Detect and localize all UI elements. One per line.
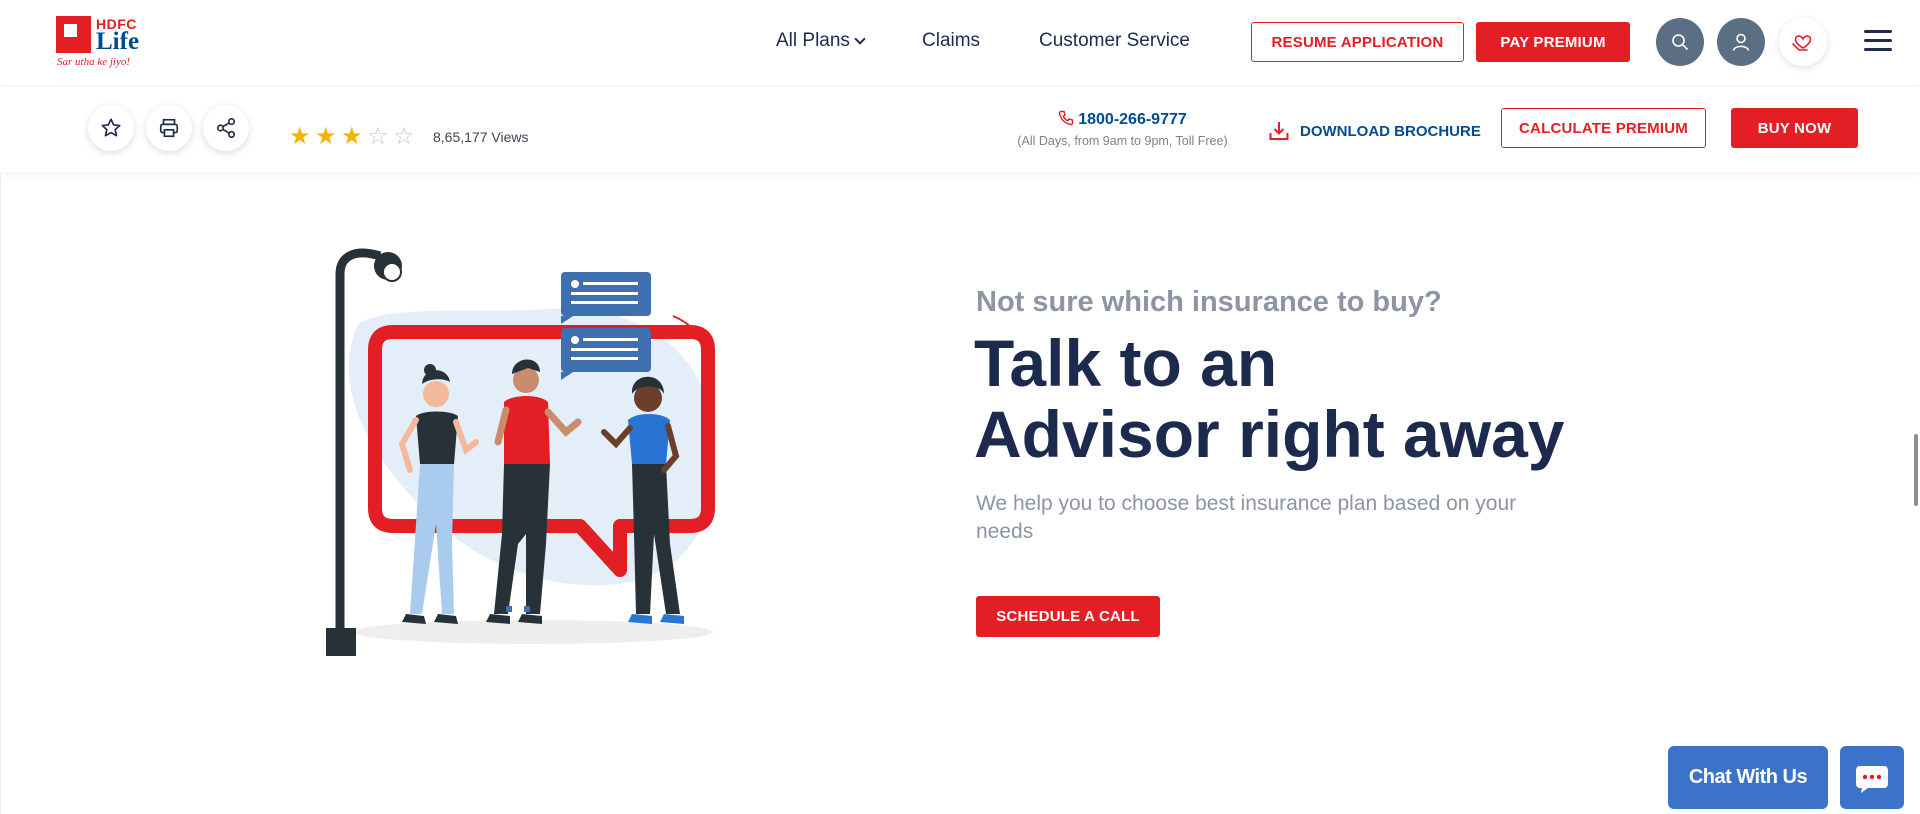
heart-hand-icon	[1792, 35, 1812, 51]
nav-all-plans[interactable]: All Plans	[776, 30, 866, 52]
share-button[interactable]	[203, 105, 249, 151]
hero-subheading: Not sure which insurance to buy?	[976, 286, 1442, 318]
hero-heading: Talk to an Advisor right away	[974, 328, 1594, 470]
download-brochure-label: DOWNLOAD BROCHURE	[1300, 122, 1481, 140]
star-rating: ★ ★ ★ ☆ ☆ 8,65,177 Views	[289, 125, 528, 149]
user-account-button[interactable]	[1717, 18, 1765, 66]
nav-all-plans-label: All Plans	[776, 30, 850, 51]
top-header: HDFC Life Sar utha ke jiyo! All Plans Cl…	[0, 0, 1920, 86]
hdfc-life-logo[interactable]: HDFC Life Sar utha ke jiyo!	[56, 16, 152, 74]
print-button[interactable]	[146, 105, 192, 151]
logo-mark	[56, 16, 91, 53]
user-icon	[1732, 33, 1750, 51]
rating-star-empty[interactable]: ☆	[367, 125, 393, 149]
content-border	[0, 172, 1, 814]
phone-number: 1800-266-9777	[1078, 111, 1187, 128]
hero-heading-line2: Advisor right away	[974, 397, 1565, 471]
support-button[interactable]	[1779, 18, 1827, 66]
print-icon	[159, 118, 179, 138]
hero-heading-line1: Talk to an	[974, 326, 1278, 400]
star-icon	[101, 118, 121, 137]
download-brochure-link[interactable]: DOWNLOAD BROCHURE	[1268, 120, 1481, 142]
rating-star-filled[interactable]: ★	[289, 125, 315, 149]
page: HDFC Life Sar utha ke jiyo! All Plans Cl…	[0, 0, 1920, 814]
search-icon	[1672, 34, 1688, 50]
rating-star-empty[interactable]: ☆	[393, 125, 419, 149]
download-icon	[1269, 122, 1289, 140]
calculate-premium-button[interactable]: CALCULATE PREMIUM	[1501, 108, 1706, 148]
rating-star-filled[interactable]: ★	[315, 125, 341, 149]
product-action-bar: ★ ★ ★ ☆ ☆ 8,65,177 Views 1800-266-9777 (…	[0, 86, 1920, 172]
share-icon	[216, 118, 236, 138]
bookmark-button[interactable]	[88, 105, 134, 151]
nav-claims[interactable]: Claims	[922, 30, 980, 52]
toll-free-contact[interactable]: 1800-266-9777 (All Days, from 9am to 9pm…	[1000, 110, 1245, 148]
chevron-down-icon	[854, 33, 866, 45]
scrollbar-thumb[interactable]	[1914, 434, 1918, 506]
rating-star-filled[interactable]: ★	[341, 125, 367, 149]
buy-now-button[interactable]: BUY NOW	[1731, 108, 1858, 148]
logo-text-life: Life	[96, 28, 140, 55]
pay-premium-button[interactable]: PAY PREMIUM	[1476, 22, 1630, 62]
chat-with-us-button[interactable]: Chat With Us	[1668, 746, 1828, 809]
nav-customer-service[interactable]: Customer Service	[1039, 30, 1190, 52]
phone-hours-note: (All Days, from 9am to 9pm, Toll Free)	[1017, 134, 1228, 148]
resume-application-button[interactable]: RESUME APPLICATION	[1251, 22, 1464, 62]
logo-tagline: Sar utha ke jiyo!	[57, 56, 131, 68]
chat-bubble-icon	[1856, 765, 1888, 793]
chat-launcher-button[interactable]	[1840, 746, 1904, 809]
phone-icon	[1058, 110, 1074, 126]
hero-description: We help you to choose best insurance pla…	[976, 492, 1517, 543]
menu-icon[interactable]	[1864, 30, 1892, 52]
phone-number-row: 1800-266-9777	[1000, 110, 1245, 129]
search-button[interactable]	[1656, 18, 1704, 66]
schedule-call-button[interactable]: SCHEDULE A CALL	[976, 596, 1160, 637]
view-count: 8,65,177 Views	[433, 129, 529, 145]
advisor-illustration	[326, 248, 716, 656]
